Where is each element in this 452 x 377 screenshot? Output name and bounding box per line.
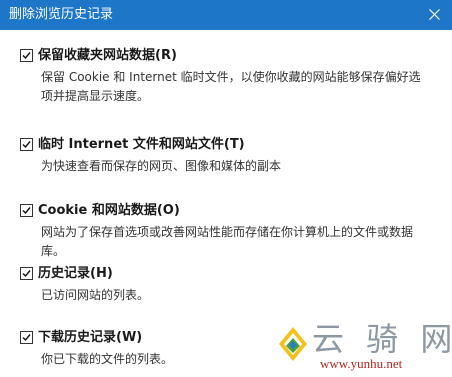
title-bar: 删除浏览历史记录 [0,0,452,30]
delete-browsing-history-dialog: 删除浏览历史记录 保留收藏夹网站数据(R) 保留 Cookie 和 Intern… [0,0,452,377]
cookies-label[interactable]: Cookie 和网站数据(O) [38,203,180,219]
temporary-files-label[interactable]: 临时 Internet 文件和网站文件(T) [38,137,245,153]
temporary-files-checkbox[interactable] [20,138,33,151]
history-label[interactable]: 历史记录(H) [38,266,113,282]
preserve-favorites-label[interactable]: 保留收藏夹网站数据(R) [38,48,177,64]
checkmark-icon [22,141,31,149]
close-button[interactable] [418,0,452,30]
checkmark-icon [22,270,31,278]
preserve-favorites-description: 保留 Cookie 和 Internet 临时文件，以使你收藏的网站能够保存偏好… [41,70,421,103]
history-checkbox[interactable] [20,267,33,280]
download-history-label[interactable]: 下载历史记录(W) [38,330,142,346]
window-title: 删除浏览历史记录 [9,7,114,22]
checkmark-icon [22,52,31,60]
options-panel: 保留收藏夹网站数据(R) 保留 Cookie 和 Internet 临时文件，以… [0,30,452,377]
checkmark-icon [22,334,31,342]
close-icon [429,9,440,20]
cookies-checkbox[interactable] [20,204,33,217]
temporary-files-description: 为快速查看而保存的网页、图像和媒体的副本 [41,159,282,173]
history-description: 已访问网站的列表。 [41,288,150,302]
cookies-description: 网站为了保存首选项或改善网站性能而存储在你计算机上的文件或数据库。 [41,225,414,258]
checkmark-icon [22,207,31,215]
download-history-description: 你已下载的文件的列表。 [41,352,174,366]
preserve-favorites-checkbox[interactable] [20,49,33,62]
download-history-checkbox[interactable] [20,331,33,344]
